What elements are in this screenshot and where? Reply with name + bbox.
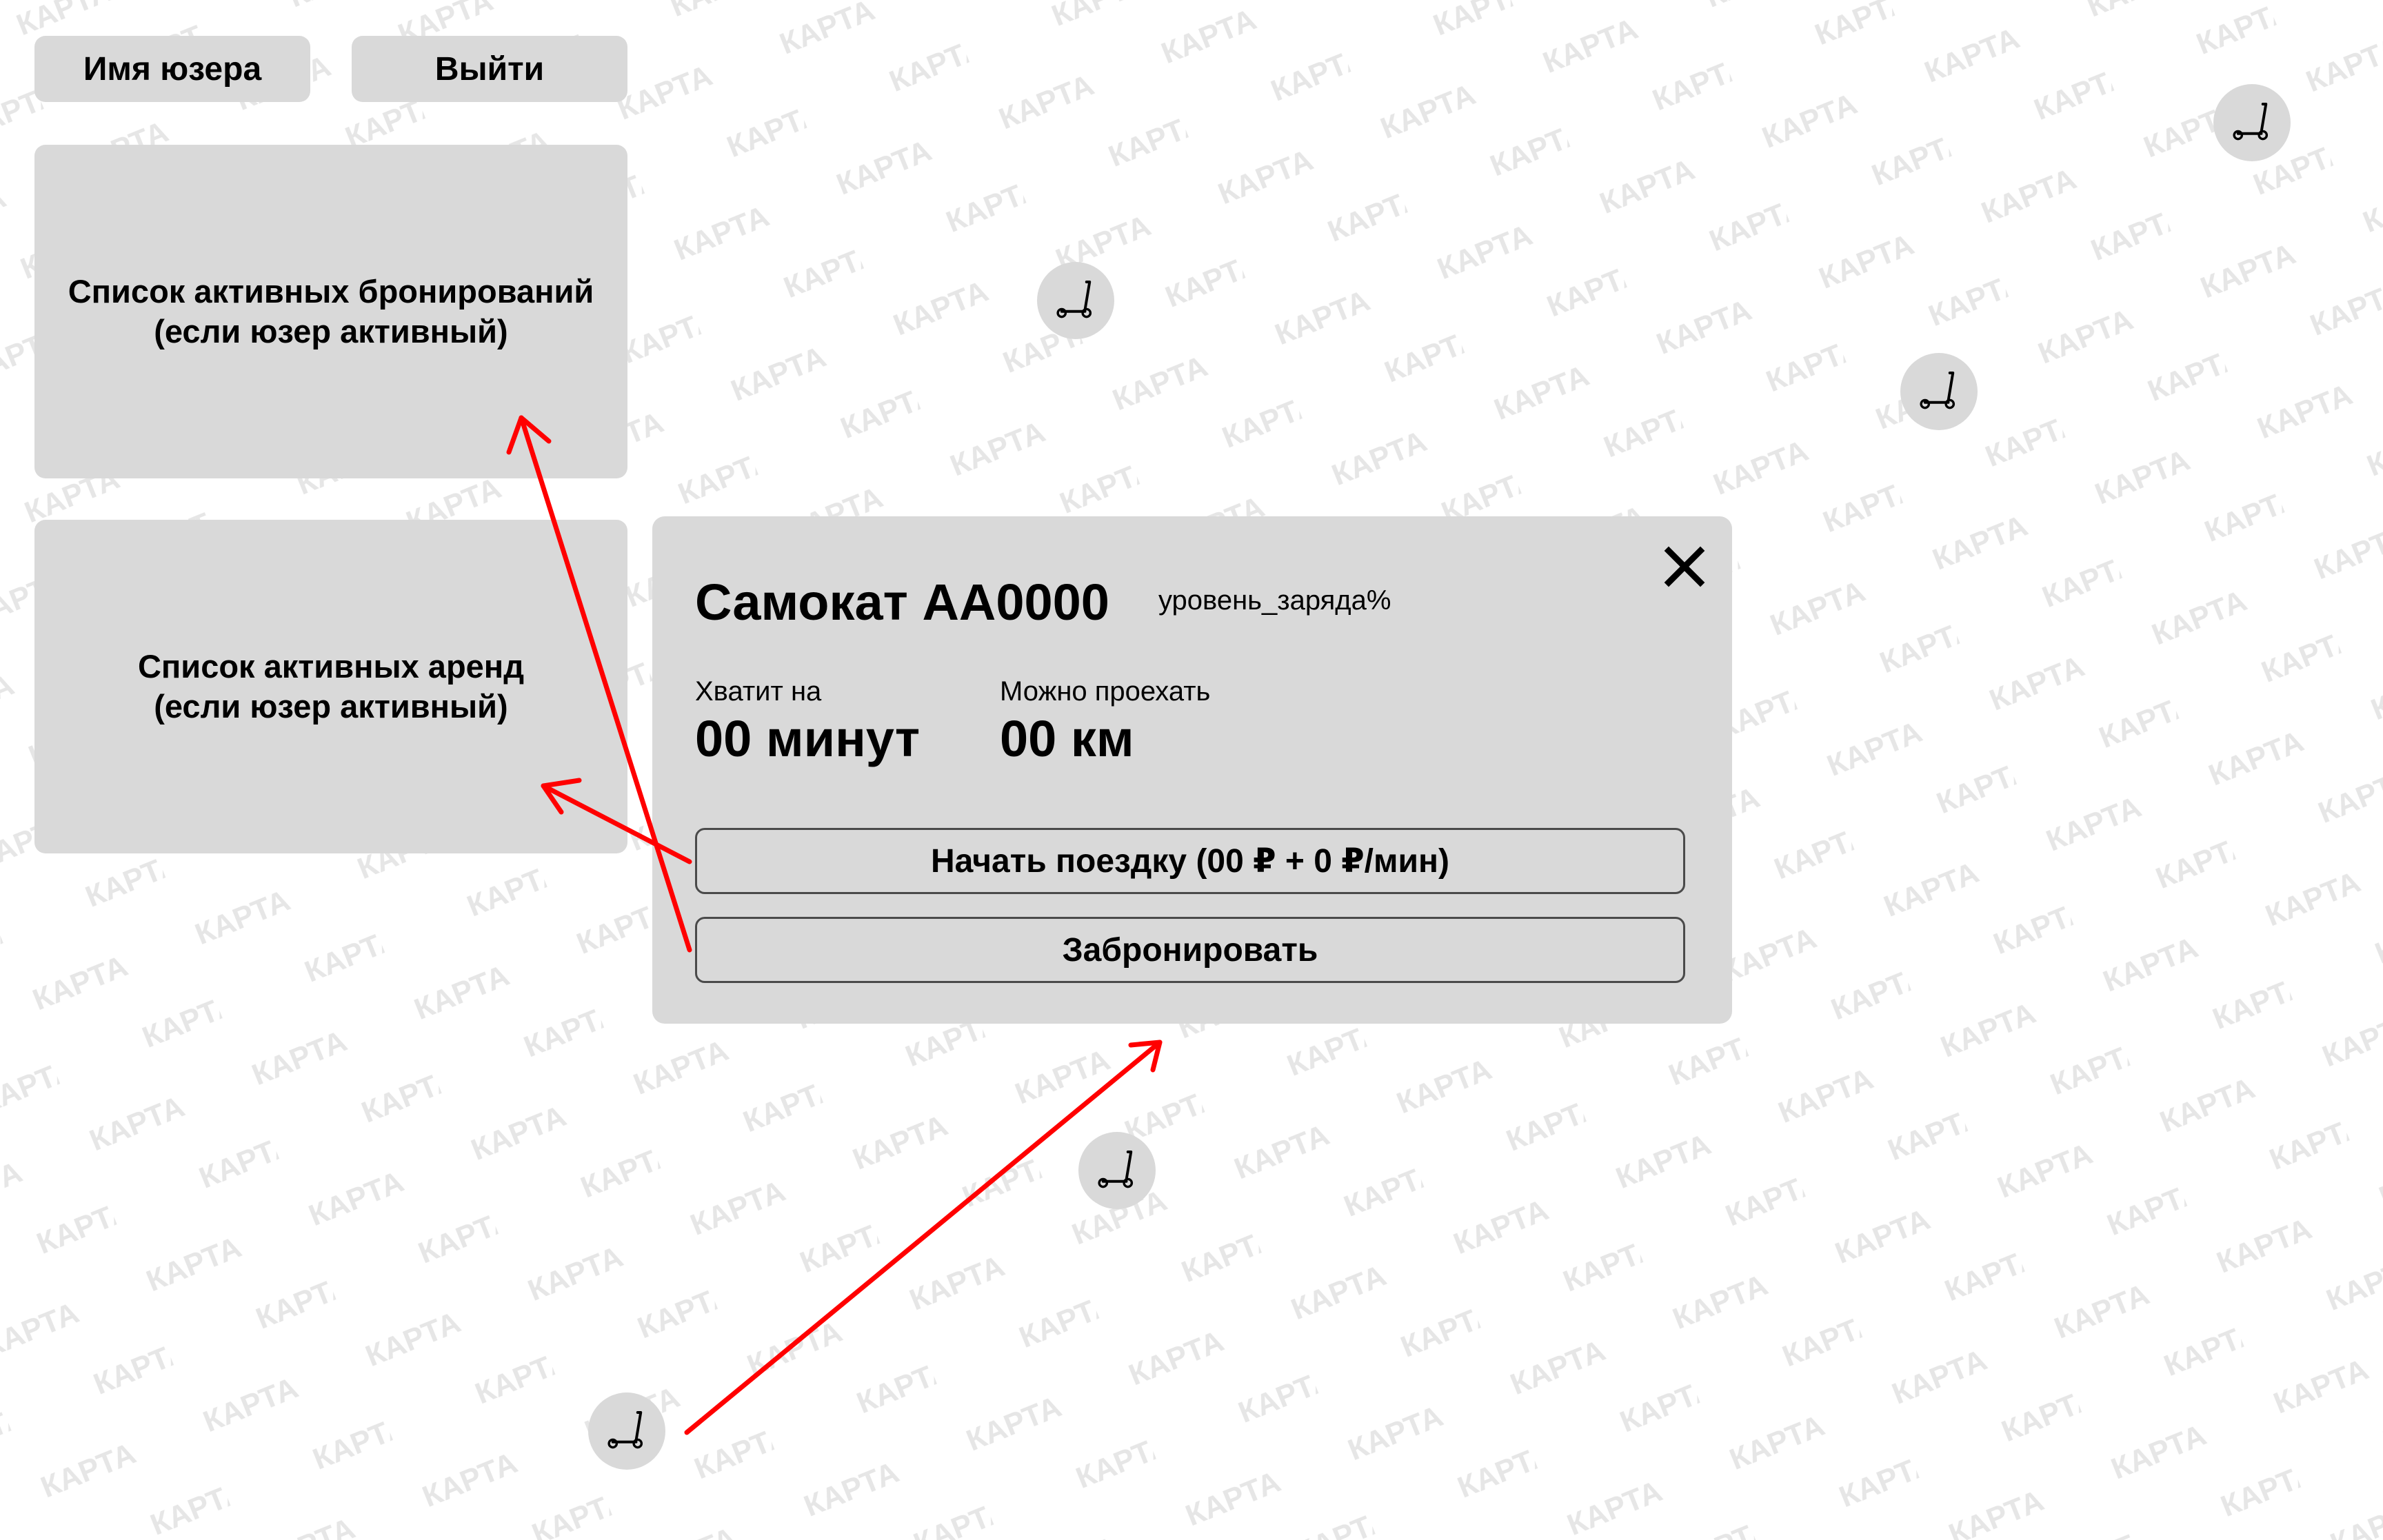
scooter-pin[interactable] <box>2213 84 2291 161</box>
scooter-icon <box>607 1411 643 1449</box>
time-label: Хватит на <box>695 676 822 707</box>
active-rentals-title: Список активных аренд <box>137 648 525 685</box>
active-rentals-panel[interactable]: Список активных аренд (если юзер активны… <box>34 520 627 853</box>
app-screen: КАРТА КАРТА Имя юзера Выйти Список актив… <box>0 0 2383 1540</box>
scooter-pin-selected[interactable] <box>588 1392 665 1470</box>
active-bookings-subtitle: (если юзер активный) <box>154 313 508 349</box>
active-bookings-panel[interactable]: Список активных бронирований (если юзер … <box>34 145 627 478</box>
close-icon[interactable] <box>1660 543 1709 591</box>
active-rentals-subtitle: (если юзер активный) <box>154 688 508 725</box>
time-value: 00 минут <box>695 710 921 767</box>
book-button[interactable]: Забронировать <box>695 917 1685 983</box>
scooter-pin[interactable] <box>1078 1132 1156 1209</box>
start-ride-button[interactable]: Начать поездку (00 ₽ + 0 ₽/мин) <box>695 828 1685 894</box>
scooter-icon <box>1056 281 1092 318</box>
scooter-icon <box>1098 1151 1134 1188</box>
battery-level: уровень_заряда% <box>1158 585 1391 616</box>
scooter-pin[interactable] <box>1900 353 1978 430</box>
scooter-title: Самокат АА0000 <box>695 574 1109 631</box>
scooter-icon <box>2233 103 2269 141</box>
user-name-button[interactable]: Имя юзера <box>34 36 310 102</box>
logout-button[interactable]: Выйти <box>352 36 627 102</box>
scooter-popup: Самокат АА0000 уровень_заряда% Хватит на… <box>652 516 1732 1024</box>
active-bookings-title: Список активных бронирований <box>68 273 594 310</box>
distance-label: Можно проехать <box>1000 676 1211 707</box>
scooter-icon <box>1920 372 1955 409</box>
scooter-pin[interactable] <box>1037 262 1114 339</box>
distance-value: 00 км <box>1000 710 1134 767</box>
